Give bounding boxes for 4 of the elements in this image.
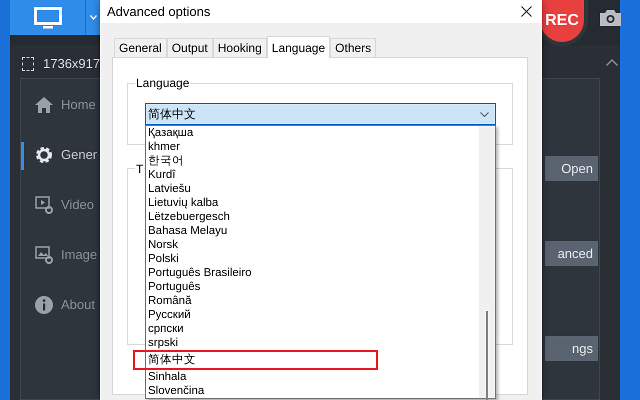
group-title: Language [135,76,190,90]
dialog-title: Advanced options [107,2,212,21]
group-title: T [135,162,144,176]
resolution-label: 1736x917 [43,55,100,73]
